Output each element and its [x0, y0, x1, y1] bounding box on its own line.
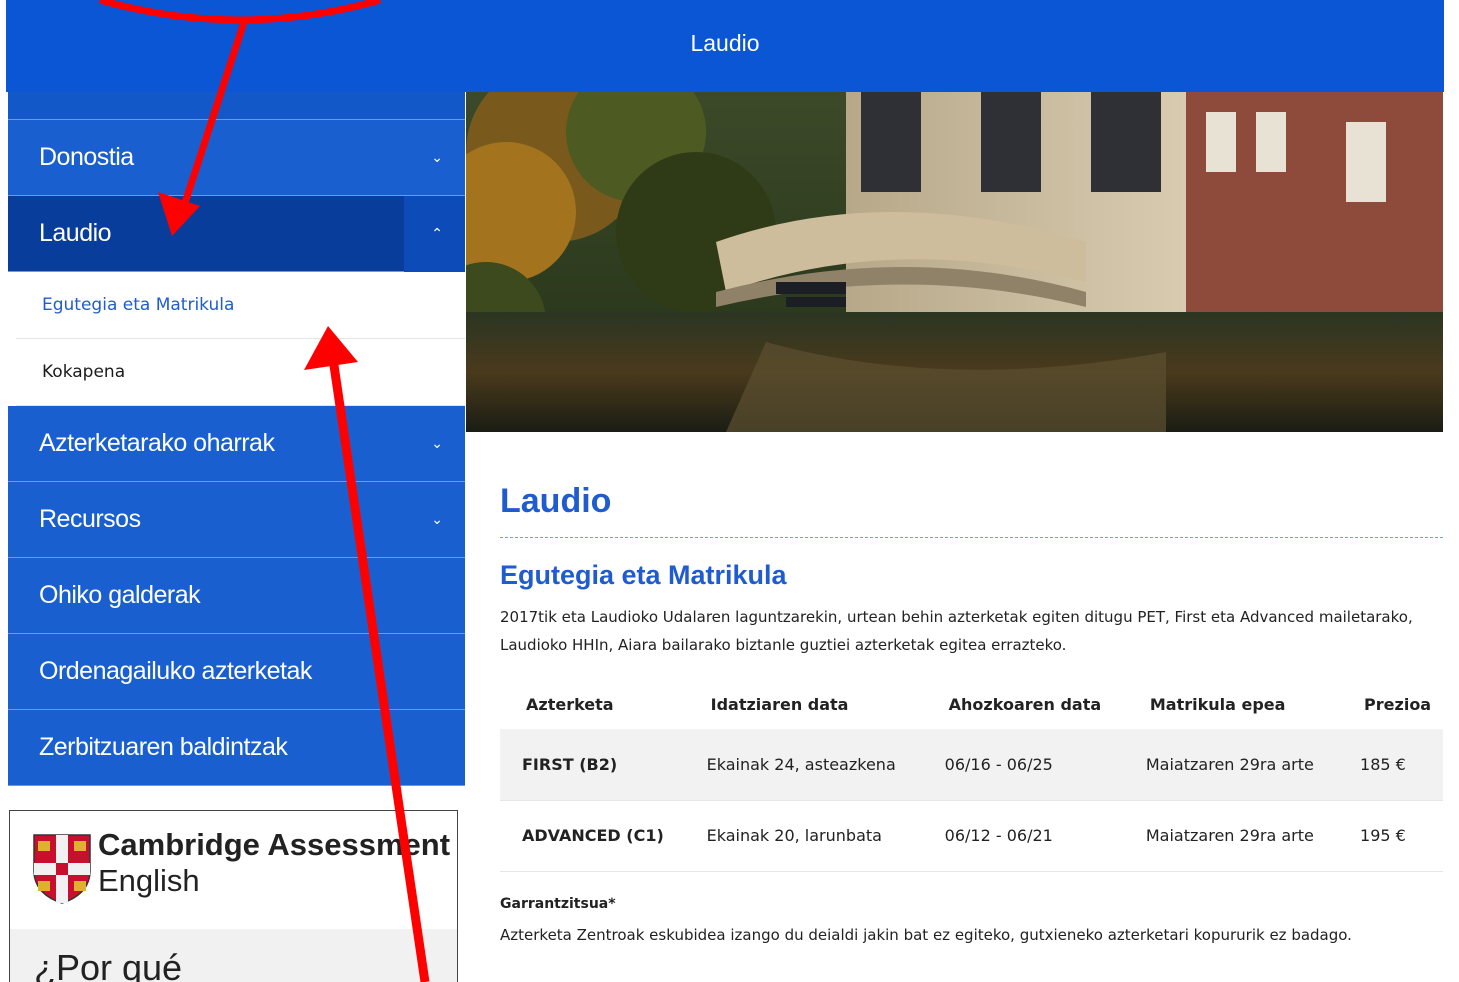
table-cell: Ekainak 24, asteazkena	[684, 729, 923, 801]
sidebar-item-label: Ohiko galderak	[39, 581, 201, 609]
submenu-item-label: Kokapena	[42, 362, 126, 382]
cambridge-promo-box[interactable]: Cambridge Assessment English ¿Por qué	[9, 810, 458, 982]
table-cell: Ekainak 20, larunbata	[684, 800, 923, 872]
chevron-down-icon[interactable]: ⌄	[431, 512, 443, 528]
table-cell: 06/12 - 06/21	[922, 800, 1124, 872]
main-content: Laudio Egutegia eta Matrikula 2017tik et…	[500, 480, 1443, 944]
page-title: Laudio	[500, 480, 1443, 538]
sidebar-item-zerbitzuaren-baldintzak[interactable]: Zerbitzuaren baldintzak	[8, 710, 465, 786]
chevron-up-icon[interactable]: ⌃	[431, 226, 443, 242]
sidebar-item-label: Ordenagailuko azterketak	[39, 657, 312, 685]
sidebar-item-ordenagailuko-azterketak[interactable]: Ordenagailuko azterketak	[8, 634, 465, 710]
table-cell: Maiatzaren 29ra arte	[1123, 729, 1339, 801]
bridge-photo	[466, 92, 1443, 432]
section-title: Egutegia eta Matrikula	[500, 560, 787, 590]
table-row: ADVANCED (C1) Ekainak 20, larunbata 06/1…	[500, 800, 1443, 872]
table-cell: ADVANCED (C1)	[500, 800, 685, 872]
sidebar-item-label: Azterketarako oharrak	[39, 429, 275, 457]
sidebar-nav: Donostia ⌄ Laudio ⌃ Egutegia eta Matriku…	[8, 92, 465, 786]
sidebar-item-azterketarako-oharrak[interactable]: Azterketarako oharrak ⌄	[8, 406, 465, 482]
table-cell: Maiatzaren 29ra arte	[1123, 800, 1339, 872]
table-cell: 06/16 - 06/25	[922, 729, 1124, 801]
column-header: Prezioa	[1364, 694, 1432, 714]
table-cell: FIRST (B2)	[500, 729, 685, 801]
brand-name: Cambridge Assessment	[98, 827, 451, 862]
sidebar-item-label: Zerbitzuaren baldintzak	[39, 733, 288, 761]
submenu-item-egutegia[interactable]: Egutegia eta Matrikula	[16, 272, 465, 339]
hero-image	[466, 92, 1443, 432]
sidebar-item-label: Laudio	[39, 219, 112, 247]
table-row: FIRST (B2) Ekainak 24, asteazkena 06/16 …	[500, 729, 1443, 801]
sidebar-item-ohiko-galderak[interactable]: Ohiko galderak	[8, 558, 465, 634]
top-header: Laudio	[6, 0, 1444, 92]
header-title: Laudio	[690, 30, 760, 56]
table-cell: 195 €	[1338, 800, 1443, 872]
sidebar-item-recursos[interactable]: Recursos ⌄	[8, 482, 465, 558]
laudio-submenu: Egutegia eta Matrikula Kokapena	[8, 272, 465, 406]
sidebar-item-laudio[interactable]: Laudio ⌃	[8, 196, 465, 272]
submenu-item-label: Egutegia eta Matrikula	[42, 295, 235, 315]
sidebar-item-cut-off[interactable]	[8, 92, 465, 120]
submenu-item-kokapena[interactable]: Kokapena	[16, 339, 465, 406]
brand-subname: English	[98, 863, 200, 898]
column-header: Ahozkoaren data	[948, 694, 1102, 714]
sidebar-item-label: Donostia	[39, 143, 134, 171]
note-text: Azterketa Zentroak eskubidea izango du d…	[500, 925, 1352, 944]
chevron-down-icon[interactable]: ⌄	[431, 436, 443, 452]
sidebar-item-label: Recursos	[39, 505, 141, 533]
column-header: Matrikula epea	[1149, 694, 1286, 714]
intro-paragraph: 2017tik eta Laudioko Udalaren laguntzare…	[500, 608, 1413, 654]
table-header-row: Azterketa Idatziaren data Ahozkoaren dat…	[500, 679, 1443, 729]
table-cell: 185 €	[1338, 729, 1443, 801]
chevron-down-icon[interactable]: ⌄	[431, 150, 443, 166]
promo-heading: ¿Por qué	[34, 947, 183, 982]
column-header: Azterketa	[526, 694, 614, 714]
column-header: Idatziaren data	[710, 694, 849, 714]
cambridge-shield-icon	[33, 834, 91, 904]
sidebar-item-donostia[interactable]: Donostia ⌄	[8, 120, 465, 196]
exam-schedule-table: Azterketa Idatziaren data Ahozkoaren dat…	[500, 679, 1443, 872]
note-title: Garrantzitsua*	[500, 895, 616, 912]
